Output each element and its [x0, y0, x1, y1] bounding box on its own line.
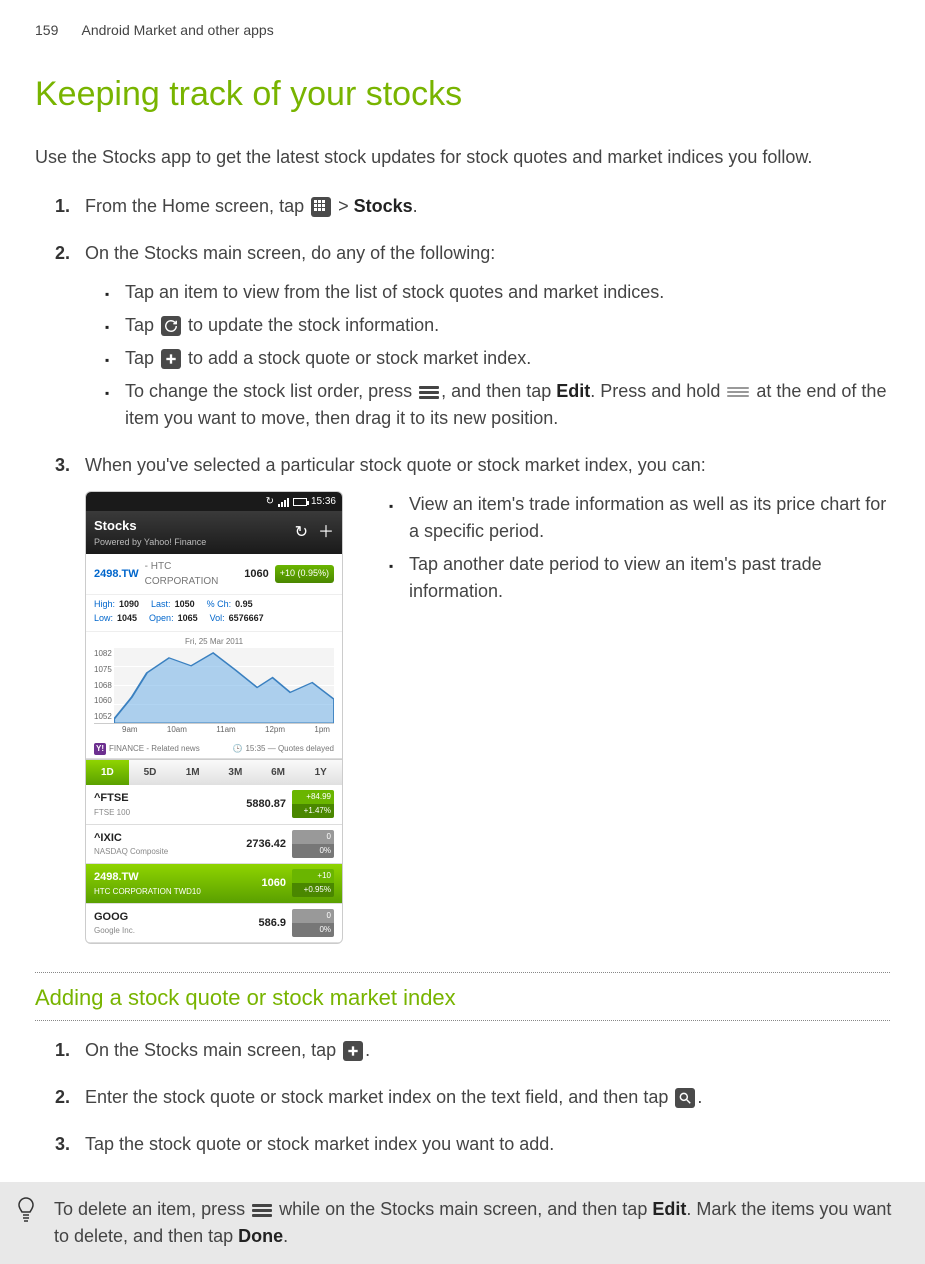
chart-date: Fri, 25 Mar 2011: [94, 636, 334, 648]
drag-handle-icon: [727, 383, 749, 401]
chart-xticks: 9am 10am 11am 12pm 1pm: [94, 724, 334, 736]
page-title: Keeping track of your stocks: [35, 69, 890, 120]
company-name: - HTC CORPORATION: [145, 559, 239, 589]
step-number: 3.: [55, 452, 70, 479]
intro-text: Use the Stocks app to get the latest sto…: [35, 144, 890, 171]
search-icon: [675, 1088, 695, 1108]
selected-quote-row[interactable]: 2498.TW - HTC CORPORATION 1060 +10 (0.95…: [86, 554, 342, 595]
list-item[interactable]: ^IXICNASDAQ Composite2736.4200%: [86, 825, 342, 865]
apps-grid-icon: [311, 197, 331, 217]
step-1: 1. From the Home screen, tap > Stocks.: [55, 193, 890, 220]
price: 1060: [244, 566, 268, 583]
clock: 15:36: [311, 494, 336, 509]
symbol: 2498.TW: [94, 566, 139, 583]
list-item[interactable]: 2498.TWHTC CORPORATION TWD101060+10+0.95…: [86, 864, 342, 904]
step-3: 3. When you've selected a particular sto…: [55, 452, 890, 944]
bullet: Tap to update the stock information.: [105, 312, 890, 339]
refresh-icon: [161, 316, 181, 336]
tab-1d[interactable]: 1D: [86, 759, 129, 785]
tab-6m[interactable]: 6M: [257, 759, 300, 785]
change-pill: +10 (0.95%): [275, 565, 334, 583]
app-header: Stocks Powered by Yahoo! Finance ↻ ＋: [86, 511, 342, 554]
section-name: Android Market and other apps: [81, 22, 273, 38]
step-number: 1.: [55, 1037, 70, 1064]
app-subtitle: Powered by Yahoo! Finance: [94, 536, 206, 550]
bullet: Tap another date period to view an item'…: [389, 551, 890, 605]
app-title: Stocks: [94, 516, 206, 536]
yahoo-icon: Y!: [94, 743, 106, 755]
finance-footer: Y!FINANCE - Related news 🕒15:35 — Quotes…: [86, 740, 342, 759]
step-number: 1.: [55, 193, 70, 220]
menu-icon: [419, 382, 439, 402]
stocks-link: Stocks: [354, 196, 413, 216]
stock-list: ^FTSEFTSE 1005880.87+84.99+1.47%^IXICNAS…: [86, 785, 342, 943]
tab-1m[interactable]: 1M: [171, 759, 214, 785]
separator: [35, 1020, 890, 1021]
header-plus-icon[interactable]: ＋: [318, 521, 334, 545]
menu-icon: [252, 1200, 272, 1220]
sub-heading: Adding a stock quote or stock market ind…: [35, 981, 890, 1014]
plus-icon: [161, 349, 181, 369]
status-bar: ↻ 15:36: [86, 492, 342, 511]
sync-icon: ↻: [266, 494, 274, 509]
step-2: 2. On the Stocks main screen, do any of …: [55, 240, 890, 432]
add-step-3: 3. Tap the stock quote or stock market i…: [55, 1131, 890, 1158]
page-number: 159: [35, 20, 58, 41]
bullet: To change the stock list order, press , …: [105, 378, 890, 432]
plus-icon: [343, 1041, 363, 1061]
tip-box: To delete an item, press while on the St…: [0, 1182, 925, 1264]
header-refresh-icon[interactable]: ↻: [295, 521, 308, 545]
quote-details: High:1090 Last:1050 % Ch:0.95 Low:1045 O…: [86, 595, 342, 632]
bullet: Tap to add a stock quote or stock market…: [105, 345, 890, 372]
page-header: 159 Android Market and other apps: [35, 20, 890, 41]
add-steps: 1. On the Stocks main screen, tap . 2. E…: [35, 1037, 890, 1158]
chart-yticks: 1082 1075 1068 1060 1052: [94, 648, 114, 723]
bullet: View an item's trade information as well…: [389, 491, 890, 545]
period-tabs: 1D 5D 1M 3M 6M 1Y: [86, 759, 342, 785]
signal-icon: [278, 497, 289, 507]
list-item[interactable]: ^FTSEFTSE 1005880.87+84.99+1.47%: [86, 785, 342, 825]
tab-1y[interactable]: 1Y: [299, 759, 342, 785]
tab-5d[interactable]: 5D: [129, 759, 172, 785]
chart-plot: [114, 648, 334, 723]
chart-box: Fri, 25 Mar 2011 1082 1075 1068 1060 105…: [86, 632, 342, 740]
add-step-1: 1. On the Stocks main screen, tap .: [55, 1037, 890, 1064]
main-steps: 1. From the Home screen, tap > Stocks. 2…: [35, 193, 890, 944]
clock-icon: 🕒: [233, 743, 243, 755]
step-number: 3.: [55, 1131, 70, 1158]
list-item[interactable]: GOOGGoogle Inc.586.900%: [86, 904, 342, 944]
add-step-2: 2. Enter the stock quote or stock market…: [55, 1084, 890, 1111]
battery-icon: [293, 498, 307, 506]
step-number: 2.: [55, 1084, 70, 1111]
lightbulb-icon: [14, 1196, 38, 1226]
tab-3m[interactable]: 3M: [214, 759, 257, 785]
bullet: Tap an item to view from the list of sto…: [105, 279, 890, 306]
separator: [35, 972, 890, 973]
step-number: 2.: [55, 240, 70, 267]
stocks-app-screenshot: ↻ 15:36 Stocks Powered by Yahoo! Finance…: [85, 491, 343, 944]
